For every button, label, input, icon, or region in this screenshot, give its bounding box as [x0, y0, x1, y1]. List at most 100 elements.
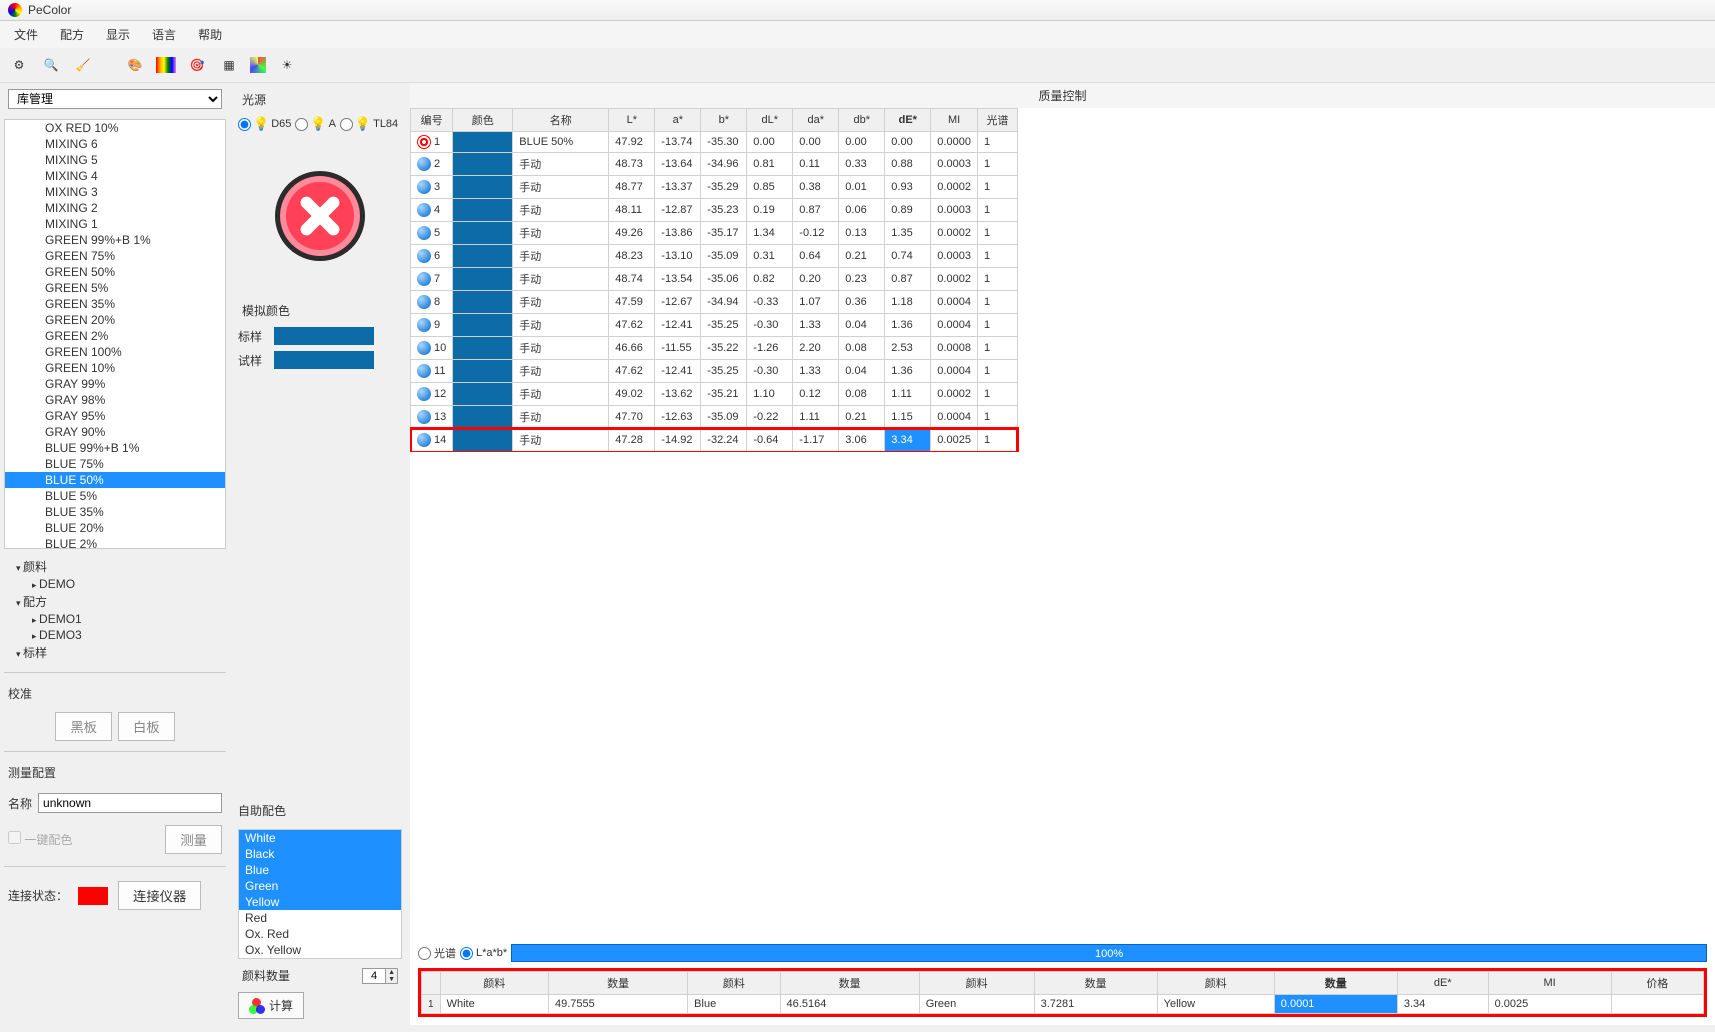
onekey-checkbox[interactable]: 一键配色: [8, 831, 72, 848]
qc-table[interactable]: 编号颜色名称L*a*b*dL*da*db*dE*MI光谱 1BLUE 50%47…: [410, 108, 1018, 452]
qc-header[interactable]: da*: [793, 109, 839, 132]
tree-group[interactable]: 标样: [4, 643, 226, 662]
light-TL84[interactable]: 💡 TL84: [340, 116, 398, 132]
qc-header[interactable]: dE*: [885, 109, 931, 132]
color-item[interactable]: Black: [239, 846, 401, 862]
spectrum-icon[interactable]: [156, 57, 176, 73]
tree-item[interactable]: GREEN 20%: [5, 312, 225, 328]
tree-item[interactable]: GREEN 50%: [5, 264, 225, 280]
tree-item[interactable]: GREEN 2%: [5, 328, 225, 344]
menu-配方[interactable]: 配方: [50, 23, 94, 46]
calculate-button[interactable]: 计算: [238, 992, 304, 1019]
palette-icon[interactable]: 🎨: [124, 54, 146, 76]
menu-语言[interactable]: 语言: [142, 23, 186, 46]
spin-up-icon[interactable]: ▲: [385, 969, 397, 976]
sun-icon[interactable]: ☀: [276, 54, 298, 76]
color-item[interactable]: Ox. Yellow: [239, 942, 401, 958]
pigment-count-spinner[interactable]: ▲▼: [362, 968, 398, 984]
result-header[interactable]: 颜料: [688, 972, 780, 995]
result-header[interactable]: 数量: [1274, 972, 1397, 995]
eraser-icon[interactable]: 🧹: [72, 54, 94, 76]
qc-row[interactable]: 12手动49.02-13.62-35.211.100.120.081.110.0…: [411, 383, 1018, 406]
tree-item[interactable]: MIXING 3: [5, 184, 225, 200]
qc-row[interactable]: 11手动47.62-12.41-35.25-0.301.330.041.360.…: [411, 360, 1018, 383]
color-item[interactable]: Green: [239, 878, 401, 894]
qc-row[interactable]: 3手动48.77-13.37-35.290.850.380.010.930.00…: [411, 176, 1018, 199]
qc-row[interactable]: 1BLUE 50%47.92-13.74-35.300.000.000.000.…: [411, 132, 1018, 153]
menu-文件[interactable]: 文件: [4, 23, 48, 46]
qc-header[interactable]: 光谱: [977, 109, 1017, 132]
tree-item[interactable]: GRAY 98%: [5, 392, 225, 408]
result-header[interactable]: 颜料: [919, 972, 1034, 995]
result-header[interactable]: 价格: [1611, 972, 1703, 995]
qc-row[interactable]: 2手动48.73-13.64-34.960.810.110.330.880.00…: [411, 153, 1018, 176]
qc-header[interactable]: L*: [609, 109, 655, 132]
qc-header[interactable]: b*: [701, 109, 747, 132]
tree-item[interactable]: BLUE 35%: [5, 504, 225, 520]
qc-header[interactable]: 颜色: [453, 109, 513, 132]
tree-subitem[interactable]: DEMO1: [4, 611, 226, 627]
qc-row[interactable]: 7手动48.74-13.54-35.060.820.200.230.870.00…: [411, 268, 1018, 291]
color-item[interactable]: Blue: [239, 862, 401, 878]
grid-icon[interactable]: ▦: [218, 54, 240, 76]
qc-row[interactable]: 13手动47.70-12.63-35.09-0.221.110.211.150.…: [411, 406, 1018, 429]
result-header[interactable]: 颜料: [440, 972, 548, 995]
menu-帮助[interactable]: 帮助: [188, 23, 232, 46]
tree-item[interactable]: MIXING 2: [5, 200, 225, 216]
qc-row[interactable]: 6手动48.23-13.10-35.090.310.640.210.740.00…: [411, 245, 1018, 268]
spectrum-radio[interactable]: 光谱: [418, 945, 456, 961]
tree-item[interactable]: BLUE 2%: [5, 536, 225, 549]
tree-item[interactable]: MIXING 1: [5, 216, 225, 232]
qc-row[interactable]: 9手动47.62-12.41-35.25-0.301.330.041.360.0…: [411, 314, 1018, 337]
tree-item[interactable]: GREEN 5%: [5, 280, 225, 296]
library-select[interactable]: 库管理: [8, 89, 222, 109]
lab-radio[interactable]: L*a*b*: [460, 947, 507, 960]
qc-row[interactable]: 5手动49.26-13.86-35.171.34-0.120.131.350.0…: [411, 222, 1018, 245]
tree-item[interactable]: BLUE 50%: [5, 472, 225, 488]
tree-item[interactable]: BLUE 20%: [5, 520, 225, 536]
qc-header[interactable]: 编号: [411, 109, 453, 132]
result-header[interactable]: 数量: [549, 972, 688, 995]
library-tree[interactable]: OX RED 10%MIXING 6MIXING 5MIXING 4MIXING…: [4, 119, 226, 549]
result-header[interactable]: 数量: [1034, 972, 1157, 995]
result-header[interactable]: dE*: [1397, 972, 1488, 995]
qc-row[interactable]: 8手动47.59-12.67-34.94-0.331.070.361.180.0…: [411, 291, 1018, 314]
light-D65[interactable]: 💡 D65: [238, 116, 291, 132]
qc-header[interactable]: dL*: [747, 109, 793, 132]
tree-item[interactable]: BLUE 75%: [5, 456, 225, 472]
tree-item[interactable]: GRAY 90%: [5, 424, 225, 440]
tree-item[interactable]: MIXING 4: [5, 168, 225, 184]
qc-header[interactable]: a*: [655, 109, 701, 132]
color-item[interactable]: White: [239, 830, 401, 846]
tree-item[interactable]: GRAY 95%: [5, 408, 225, 424]
tree-subitem[interactable]: DEMO3: [4, 627, 226, 643]
result-table[interactable]: 颜料数量颜料数量颜料数量颜料数量dE*MI价格1White49.7555Blue…: [421, 971, 1704, 1014]
tree-item[interactable]: GRAY 99%: [5, 376, 225, 392]
white-cal-button[interactable]: 白板: [118, 712, 175, 741]
menu-显示[interactable]: 显示: [96, 23, 140, 46]
tree-item[interactable]: GREEN 35%: [5, 296, 225, 312]
pigment-count-input[interactable]: [363, 969, 385, 983]
measure-button[interactable]: 测量: [165, 825, 222, 854]
tree-item[interactable]: GREEN 100%: [5, 344, 225, 360]
tree-item[interactable]: BLUE 5%: [5, 488, 225, 504]
tree-item[interactable]: GREEN 99%+B 1%: [5, 232, 225, 248]
black-cal-button[interactable]: 黑板: [55, 712, 112, 741]
result-header[interactable]: 颜料: [1157, 972, 1274, 995]
tree-group[interactable]: 配方: [4, 592, 226, 611]
tree-item[interactable]: GREEN 10%: [5, 360, 225, 376]
settings-icon[interactable]: ⚙: [8, 54, 30, 76]
light-A[interactable]: 💡 A: [295, 116, 336, 132]
qc-row[interactable]: 10手动46.66-11.55-35.22-1.262.200.082.530.…: [411, 337, 1018, 360]
color-item[interactable]: Yellow: [239, 894, 401, 910]
search-icon[interactable]: 🔍: [40, 54, 62, 76]
qc-row[interactable]: 14手动47.28-14.92-32.24-0.64-1.173.063.340…: [411, 429, 1018, 452]
tree-subitem[interactable]: DEMO: [4, 576, 226, 592]
tree-group[interactable]: 颜料: [4, 557, 226, 576]
qc-header[interactable]: db*: [839, 109, 885, 132]
color-item[interactable]: Red: [239, 910, 401, 926]
name-input[interactable]: [38, 793, 222, 813]
tree-item[interactable]: GREEN 75%: [5, 248, 225, 264]
tree-item[interactable]: MIXING 6: [5, 136, 225, 152]
target-icon[interactable]: 🎯: [186, 54, 208, 76]
